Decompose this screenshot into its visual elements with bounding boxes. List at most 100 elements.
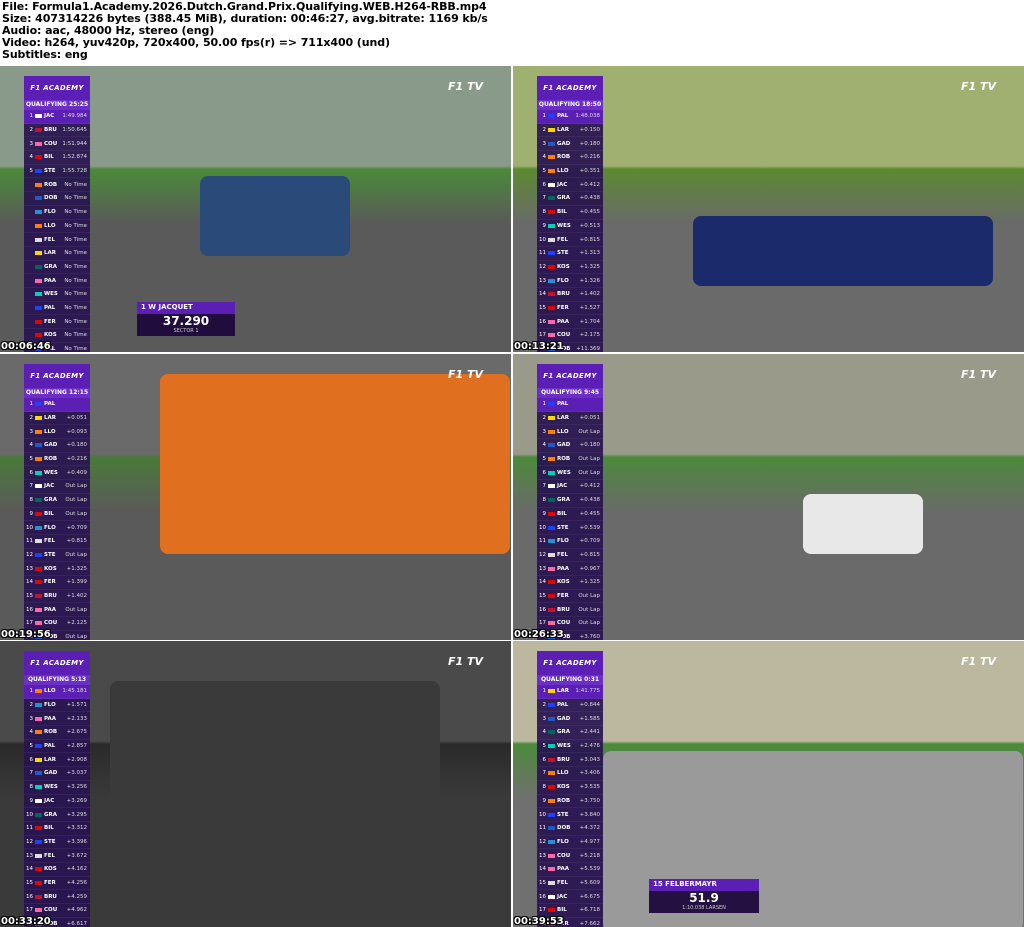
- timing-row: 1 PAL: [24, 398, 90, 412]
- timing-row: 7 JAC +0.412: [537, 480, 603, 494]
- driver-code: FER: [557, 304, 569, 311]
- timing-row: 8 GRA Out Lap: [24, 494, 90, 508]
- driver-code: KOS: [44, 866, 57, 873]
- driver-code: GRA: [557, 497, 571, 504]
- position-number: 16: [539, 318, 546, 325]
- timing-row: 11 FEL +0.815: [24, 535, 90, 549]
- position-number: 12: [26, 551, 33, 558]
- team-color-swatch: [548, 621, 555, 626]
- timing-row: 4 ROB +2.675: [24, 726, 90, 740]
- team-color-swatch: [548, 402, 555, 407]
- timing-row: 2 LAR +0.051: [24, 412, 90, 426]
- team-color-swatch: [35, 470, 42, 475]
- team-color-swatch: [548, 880, 555, 885]
- driver-code: FLO: [557, 538, 569, 545]
- timing-row: 14 PAA +5.539: [537, 863, 603, 877]
- timing-row: FEL No Time: [24, 233, 90, 247]
- driver-gap: +3.840: [579, 811, 600, 818]
- team-color-swatch: [35, 757, 42, 762]
- session-clock: QUALIFYING 9:45: [537, 388, 603, 398]
- timing-row: 4 GAD +0.180: [537, 439, 603, 453]
- driver-code: COU: [44, 140, 58, 147]
- position-number: 8: [542, 784, 547, 791]
- team-color-swatch: [548, 812, 555, 817]
- timing-tower: F1 ACADEMY QUALIFYING 25:25 1 JAC 1:49.984 2 B…: [24, 76, 90, 352]
- driver-code: PAA: [557, 866, 570, 873]
- timing-tower: F1 ACADEMY QUALIFYING 0:31 1 LAR 1:41.775 2 PA…: [537, 651, 603, 927]
- driver-gap: +0.438: [579, 497, 600, 504]
- position-number: 8: [29, 497, 34, 504]
- timing-row: 10 FLO +0.709: [24, 521, 90, 535]
- driver-gap: +0.815: [579, 236, 600, 243]
- timing-row: 3 LLO +0.093: [24, 425, 90, 440]
- driver-code: GRA: [44, 811, 58, 818]
- timing-tower: F1 ACADEMY QUALIFYING 9:45 1 PAL 2 LAR +0.051 3…: [537, 364, 603, 640]
- driver-gap: 1:45.181: [62, 688, 87, 695]
- timing-row: ROB No Time: [24, 178, 90, 193]
- driver-gap: +0.216: [579, 154, 600, 161]
- position-number: 11: [539, 825, 546, 832]
- position-number: 16: [539, 893, 546, 900]
- team-color-swatch: [35, 894, 42, 899]
- team-color-swatch: [35, 223, 42, 228]
- driver-code: LAR: [557, 127, 569, 134]
- position-number: 13: [26, 565, 33, 572]
- driver-gap: +4.259: [66, 893, 87, 900]
- team-color-swatch: [35, 785, 42, 790]
- position-number: 14: [539, 866, 546, 873]
- timing-row: 2 FLO +1.571: [24, 699, 90, 713]
- driver-code: LLO: [557, 770, 569, 777]
- timing-row: 16 BRU +4.259: [24, 890, 90, 904]
- driver-code: ROB: [44, 729, 58, 736]
- driver-gap: +0.709: [66, 524, 87, 531]
- position-number: 7: [29, 483, 34, 490]
- driver-code: FEL: [557, 236, 569, 243]
- team-color-swatch: [35, 689, 42, 694]
- driver-gap: No Time: [64, 250, 87, 257]
- team-color-swatch: [35, 484, 42, 489]
- driver-code: GAD: [44, 442, 58, 449]
- position-number: 12: [26, 838, 33, 845]
- team-color-swatch: [548, 237, 555, 242]
- driver-gap: +0.180: [579, 442, 600, 449]
- driver-code: ROB: [557, 797, 571, 804]
- timing-row: 2 LAR +0.051: [537, 412, 603, 426]
- driver-code: COU: [44, 620, 58, 627]
- driver-gap: +4.256: [66, 879, 87, 886]
- team-color-swatch: [548, 319, 555, 324]
- team-color-swatch: [35, 730, 42, 735]
- driver-code: FEL: [557, 551, 569, 558]
- driver-code: GRA: [44, 497, 58, 504]
- driver-gap: +0.351: [579, 168, 600, 175]
- timing-row: 2 BRU 1:50.645: [24, 124, 90, 138]
- position-number: 4: [29, 442, 34, 449]
- driver-gap: +6.617: [66, 921, 87, 927]
- team-color-swatch: [35, 525, 42, 530]
- position-number: 8: [29, 784, 34, 791]
- driver-gap: +2.125: [66, 620, 87, 627]
- timing-row: 5 PAL +2.857: [24, 740, 90, 754]
- driver-code: COU: [557, 852, 571, 859]
- position-number: 2: [542, 127, 547, 134]
- position-number: 12: [539, 263, 546, 270]
- position-number: 16: [26, 893, 33, 900]
- position-number: 10: [26, 811, 33, 818]
- timing-row: LLO No Time: [24, 220, 90, 234]
- driver-code: FER: [557, 592, 569, 599]
- driver-code: ROB: [557, 456, 571, 463]
- driver-code: STE: [557, 811, 569, 818]
- timing-tower: F1 ACADEMY QUALIFYING 12:15 1 PAL 2 LAR +0.051…: [24, 364, 90, 640]
- team-color-swatch: [35, 703, 42, 708]
- driver-gap: +0.412: [579, 181, 600, 188]
- driver-code: KOS: [557, 263, 570, 270]
- driver-gap: +1.585: [579, 715, 600, 722]
- driver-code: JAC: [44, 113, 55, 120]
- driver-code: BIL: [44, 510, 54, 517]
- driver-code: FER: [44, 879, 56, 886]
- driver-gap: +1.571: [66, 702, 87, 709]
- driver-code: LLO: [557, 168, 569, 175]
- driver-gap: No Time: [64, 236, 87, 243]
- timing-row: 1 PAL: [537, 398, 603, 412]
- driver-code: FLO: [557, 838, 569, 845]
- driver-code: LLO: [44, 688, 56, 695]
